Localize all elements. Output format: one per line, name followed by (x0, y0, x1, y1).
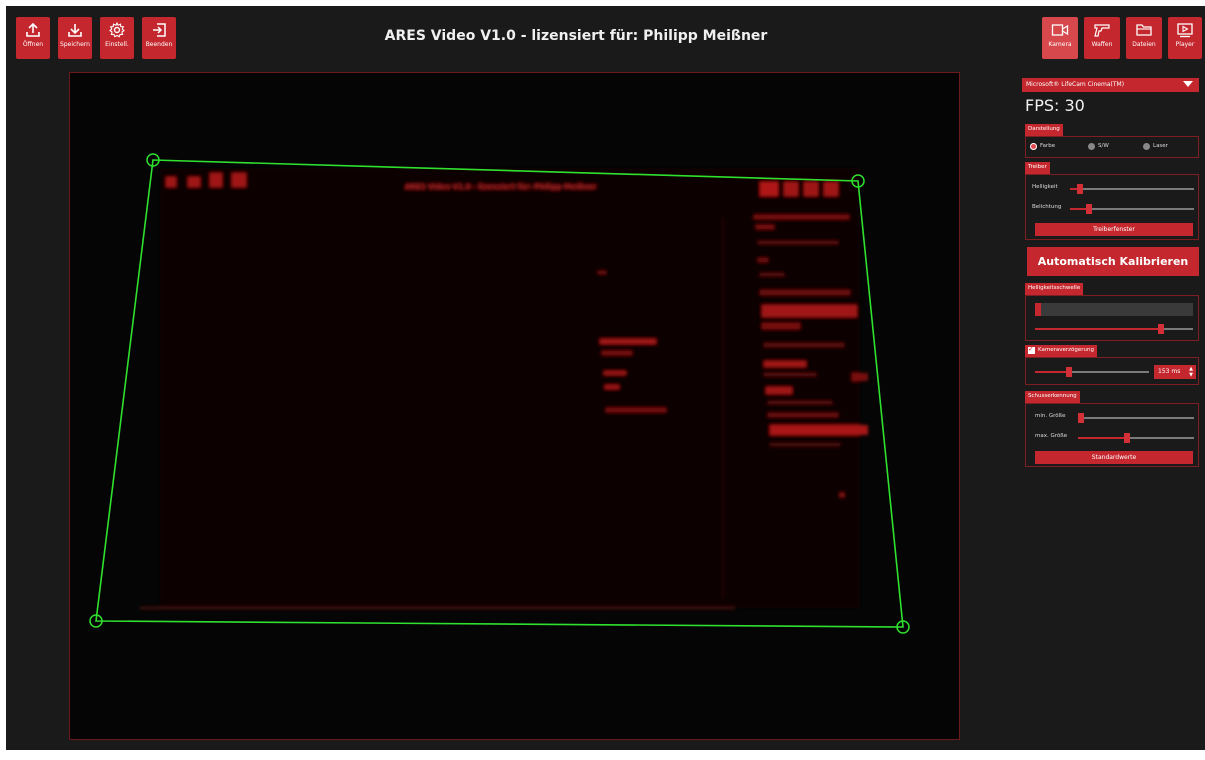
video-canvas: ARES Video V1.0 - lizensiert für: Philip… (89, 153, 910, 634)
threshold-fill (1035, 328, 1162, 330)
exit-button[interactable]: Beenden (142, 17, 176, 59)
helligkeitsschwelle-group-title: Helligkeitsschwelle (1025, 283, 1084, 295)
schusserkennung-group: min. Größe max. Größe Standardwerte (1025, 403, 1199, 467)
standardwerte-button[interactable]: Standardwerte (1035, 451, 1193, 464)
brightness-level-fill (1035, 303, 1042, 316)
settings-label: Einstell. (105, 41, 129, 48)
kameraverzoegerung-group: 153 ms ▲ ▼ (1025, 357, 1199, 385)
treiber-group: Helligkeit Belichtung Treiberfenster (1025, 174, 1199, 240)
camera-select-value: Microsoft® LifeCam Cinema(TM) (1026, 81, 1125, 88)
belichtung-slider[interactable] (1070, 204, 1194, 214)
helligkeit-label: Helligkeit (1032, 184, 1058, 190)
treiberfenster-button[interactable]: Treiberfenster (1035, 223, 1193, 236)
window-title: ARES Video V1.0 - lizensiert für: Philip… (384, 28, 768, 44)
tab-camera-label: Kamera (1048, 41, 1072, 48)
tab-weapons[interactable]: Waffen (1084, 17, 1120, 59)
tab-camera[interactable]: Kamera (1042, 17, 1078, 59)
spin-arrows-icon[interactable]: ▲ ▼ (1189, 366, 1193, 378)
radio-sw[interactable] (1088, 143, 1095, 150)
radio-laser-label: Laser (1153, 143, 1168, 149)
fps-readout: FPS: 30 (1025, 96, 1085, 115)
download-icon (68, 24, 82, 37)
player-icon (1177, 23, 1193, 38)
treiber-group-title: Treiber (1025, 162, 1050, 174)
save-label: Speichern (60, 41, 90, 48)
tab-files-label: Dateien (1132, 41, 1156, 48)
kameraverzoegerung-group-title: Kameraverzögerung (1025, 345, 1098, 357)
max-size-fill (1078, 437, 1127, 439)
radio-farbe-label: Farbe (1040, 143, 1056, 149)
delay-slider[interactable] (1035, 367, 1149, 377)
min-size-thumb[interactable] (1078, 413, 1084, 423)
chevron-down-icon (1183, 81, 1193, 87)
camera-select[interactable]: Microsoft® LifeCam Cinema(TM) (1022, 78, 1199, 92)
delay-fill (1035, 371, 1070, 373)
folder-icon (1136, 24, 1152, 36)
open-label: Öffnen (22, 41, 44, 48)
min-size-slider[interactable] (1078, 413, 1194, 423)
exit-label: Beenden (145, 41, 173, 48)
open-button[interactable]: Öffnen (16, 17, 50, 59)
max-size-slider[interactable] (1078, 433, 1194, 443)
darstellung-group: Farbe S/W Laser (1025, 136, 1199, 158)
min-size-label: min. Größe (1035, 413, 1066, 419)
tab-files[interactable]: Dateien (1126, 17, 1162, 59)
max-size-thumb[interactable] (1123, 433, 1130, 443)
tab-player-label: Player (1175, 41, 1195, 48)
radio-sw-label: S/W (1098, 143, 1109, 149)
gun-icon (1094, 24, 1110, 37)
radio-farbe[interactable] (1030, 143, 1037, 150)
camera-video-view[interactable]: ARES Video V1.0 - lizensiert für: Philip… (69, 72, 960, 740)
delay-thumb[interactable] (1066, 367, 1073, 377)
camera-icon (1051, 24, 1069, 36)
kameraverzoegerung-checkbox[interactable] (1028, 345, 1035, 354)
tab-player[interactable]: Player (1168, 17, 1202, 59)
delay-value: 153 ms (1158, 368, 1181, 375)
belichtung-label: Belichtung (1032, 204, 1062, 210)
radio-laser[interactable] (1143, 143, 1150, 150)
overlay-title-ghost: ARES Video V1.0 - lizensiert für: Philip… (405, 183, 597, 191)
belichtung-thumb[interactable] (1085, 204, 1092, 214)
app-window: Öffnen Speichern Einstell. Beenden ARES … (6, 6, 1205, 750)
brightness-level-bar (1035, 303, 1193, 316)
kameraverzoegerung-label: Kameraverzögerung (1038, 347, 1095, 353)
tab-weapons-label: Waffen (1091, 41, 1113, 48)
bottom-margin (0, 750, 1205, 760)
save-button[interactable]: Speichern (58, 17, 92, 59)
auto-calibrate-button[interactable]: Automatisch Kalibrieren (1027, 247, 1199, 276)
threshold-slider[interactable] (1035, 324, 1193, 334)
settings-button[interactable]: Einstell. (100, 17, 134, 59)
helligkeit-thumb[interactable] (1076, 184, 1083, 194)
threshold-thumb[interactable] (1158, 324, 1165, 334)
helligkeitsschwelle-group (1025, 295, 1199, 341)
schusserkennung-group-title: Schusserkennung (1025, 391, 1080, 403)
darstellung-group-title: Darstellung (1025, 124, 1063, 136)
exit-icon (153, 23, 166, 37)
helligkeit-slider[interactable] (1070, 184, 1194, 194)
max-size-label: max. Größe (1035, 433, 1068, 439)
projected-screen: ARES Video V1.0 - lizensiert für: Philip… (140, 168, 868, 610)
upload-icon (26, 22, 40, 37)
gear-icon (109, 22, 125, 38)
delay-spinbox[interactable]: 153 ms ▲ ▼ (1154, 365, 1196, 379)
